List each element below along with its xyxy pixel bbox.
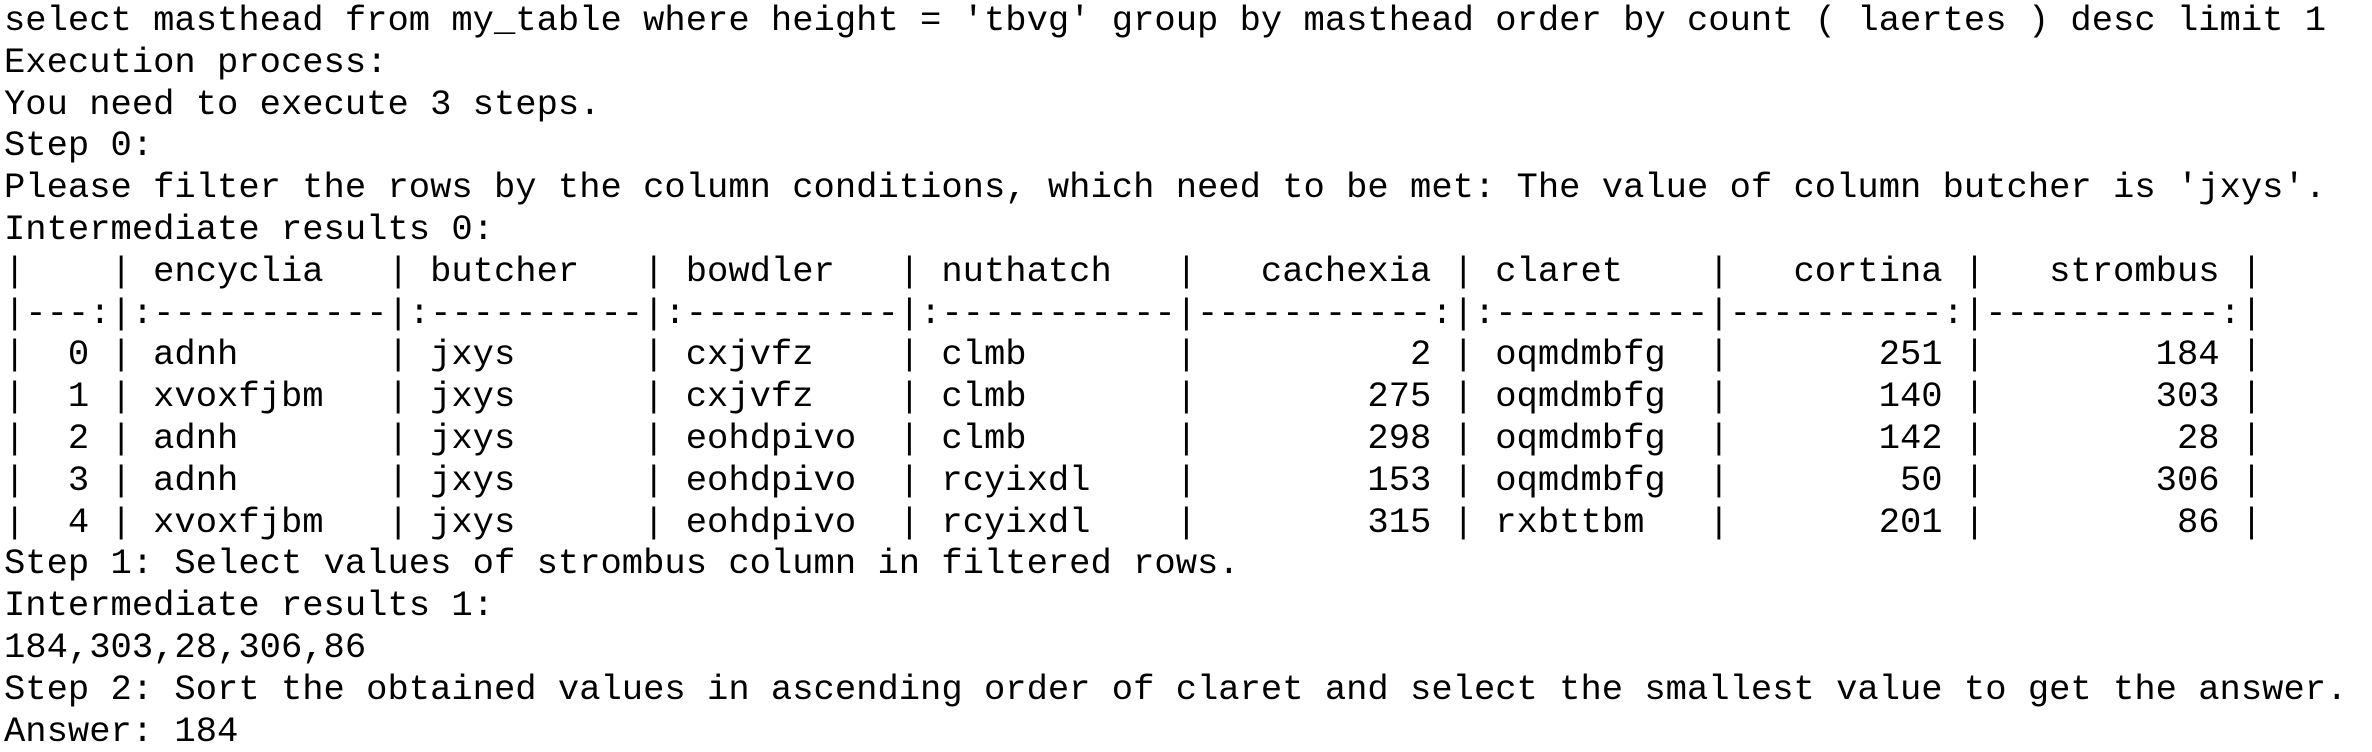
execution-document: select masthead from my_table where heig… [4,0,2368,752]
results-table: | | encyclia | butcher | bowdler | nutha… [4,251,2368,544]
step-2-title: Step 2: Sort the obtained values in asce… [4,668,2348,710]
table-separator: |---:|:-----------|:----------|:--------… [4,292,2263,334]
table-row: | 0 | adnh | jxys | cxjvfz | clmb | 2 | … [4,334,2263,376]
sql-query: select masthead from my_table where heig… [4,0,2327,41]
execution-header: Execution process: [4,41,388,83]
step-1-results-label: Intermediate results 1: [4,585,494,627]
step-0-description: Please filter the rows by the column con… [4,167,2327,209]
answer: Answer: 184 [4,710,239,752]
table-header: | | encyclia | butcher | bowdler | nutha… [4,250,2263,292]
step-0-results-label: Intermediate results 0: [4,208,494,250]
step-1-title: Step 1: Select values of strombus column… [4,543,1240,585]
table-row: | 3 | adnh | jxys | eohdpivo | rcyixdl |… [4,459,2263,501]
steps-intro: You need to execute 3 steps. [4,83,601,125]
step-0-title: Step 0: [4,125,154,167]
table-row: | 4 | xvoxfjbm | jxys | eohdpivo | rcyix… [4,501,2263,543]
step-1-results: 184,303,28,306,86 [4,626,367,668]
table-row: | 1 | xvoxfjbm | jxys | cxjvfz | clmb | … [4,376,2263,418]
table-row: | 2 | adnh | jxys | eohdpivo | clmb | 29… [4,417,2263,459]
